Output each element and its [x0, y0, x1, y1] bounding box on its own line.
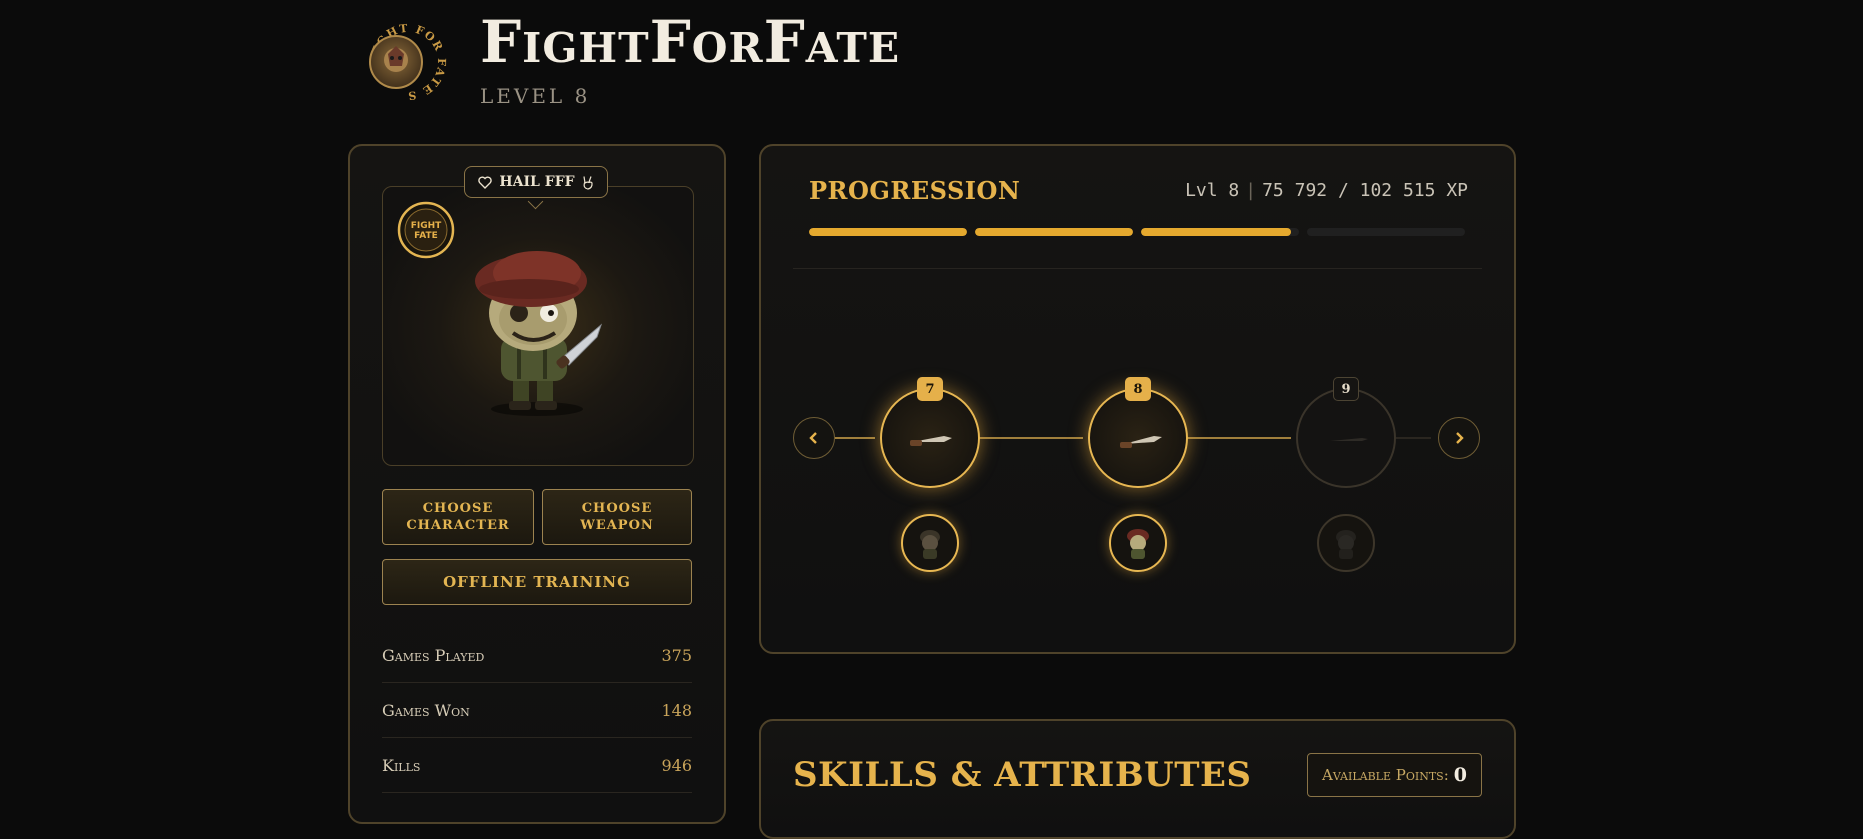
level-number: 9 [1333, 377, 1359, 401]
progression-title: PROGRESSION [809, 176, 1021, 205]
level-text: Lvl 8 [1185, 180, 1240, 201]
skills-panel: SKILLS & ATTRIBUTES Available Points: 0 [759, 719, 1516, 839]
choose-character-button[interactable]: CHOOSE CHARACTER [382, 489, 534, 545]
character-panel: FIGHT FATE HAIL FFF CHOOSE CHARACTER CHO… [348, 144, 726, 824]
stat-row-games-won: Games Won 148 [382, 683, 692, 738]
character-unlock-8[interactable] [1109, 514, 1167, 572]
stat-value: 946 [661, 755, 692, 775]
stat-value: 148 [661, 700, 692, 720]
level-node-8[interactable]: 8 [1088, 377, 1188, 488]
offline-training-button[interactable]: OFFLINE TRAINING [382, 559, 692, 605]
stat-label: Kills [382, 755, 421, 775]
hail-label: HAIL FFF [499, 174, 575, 190]
character-avatar-icon [1127, 529, 1149, 559]
character-sprite [475, 251, 603, 416]
track-rail [835, 437, 875, 439]
prev-level-button[interactable] [793, 417, 835, 459]
available-points-box: Available Points: 0 [1307, 753, 1482, 797]
progression-divider [793, 268, 1482, 269]
choose-weapon-button[interactable]: CHOOSE WEAPON [542, 489, 692, 545]
svg-text:FIGHT: FIGHT [411, 221, 442, 231]
character-unlock-9[interactable] [1317, 514, 1375, 572]
fff-logo-badge: FIGHT FATE [397, 201, 455, 259]
weapon-locked-icon [1330, 438, 1368, 441]
xp-segment-4 [1307, 228, 1465, 236]
chevron-left-icon [809, 432, 817, 444]
character-preview: FIGHT FATE [382, 186, 694, 466]
character-avatar-icon [920, 530, 940, 559]
xp-segment-fill [1141, 228, 1292, 236]
level-number: 8 [1125, 377, 1151, 401]
stat-row-kills: Kills 946 [382, 738, 692, 793]
xp-segment-1 [809, 228, 967, 236]
next-level-button[interactable] [1438, 417, 1480, 459]
xp-segment-3 [1141, 228, 1299, 236]
points-label: Available Points: [1322, 766, 1449, 784]
chevron-right-icon [1456, 432, 1464, 444]
xp-segment-2 [975, 228, 1133, 236]
progression-panel: PROGRESSION Lvl 8 | 75 792 / 102 515 XP 7 … [759, 144, 1516, 654]
character-avatar-icon [1336, 530, 1356, 559]
knife-icon [1120, 436, 1162, 448]
game-title: FightForFate [480, 8, 901, 76]
stat-value: 375 [661, 645, 692, 665]
stat-row-games-played: Games Played 375 [382, 628, 692, 683]
level-node-9[interactable]: 9 [1296, 377, 1396, 488]
level-number: 7 [917, 377, 943, 401]
stat-label: Games Won [382, 700, 470, 720]
skills-title: SKILLS & ATTRIBUTES [793, 755, 1252, 795]
xp-segment-fill [975, 228, 1133, 236]
hail-fff-tag: HAIL FFF [464, 166, 608, 198]
points-value: 0 [1453, 764, 1467, 786]
xp-segment-fill [809, 228, 967, 236]
peace-hand-icon [583, 175, 593, 190]
stat-label: Games Played [382, 645, 485, 665]
knife-icon [910, 436, 952, 446]
track-rail [975, 437, 1083, 439]
xp-text: 75 792 / 102 515 XP [1262, 180, 1468, 201]
level-node-7[interactable]: 7 [880, 377, 980, 488]
track-rail [1391, 437, 1431, 439]
heart-icon [478, 175, 493, 189]
track-rail [1183, 437, 1291, 439]
xp-readout: Lvl 8 | 75 792 / 102 515 XP [1185, 180, 1468, 201]
svg-text:FATE: FATE [414, 231, 438, 241]
character-unlock-7[interactable] [901, 514, 959, 572]
player-level: LEVEL 8 [480, 84, 591, 108]
squad-emblem: FIGHT FOR FATE SQUAD [360, 0, 450, 114]
